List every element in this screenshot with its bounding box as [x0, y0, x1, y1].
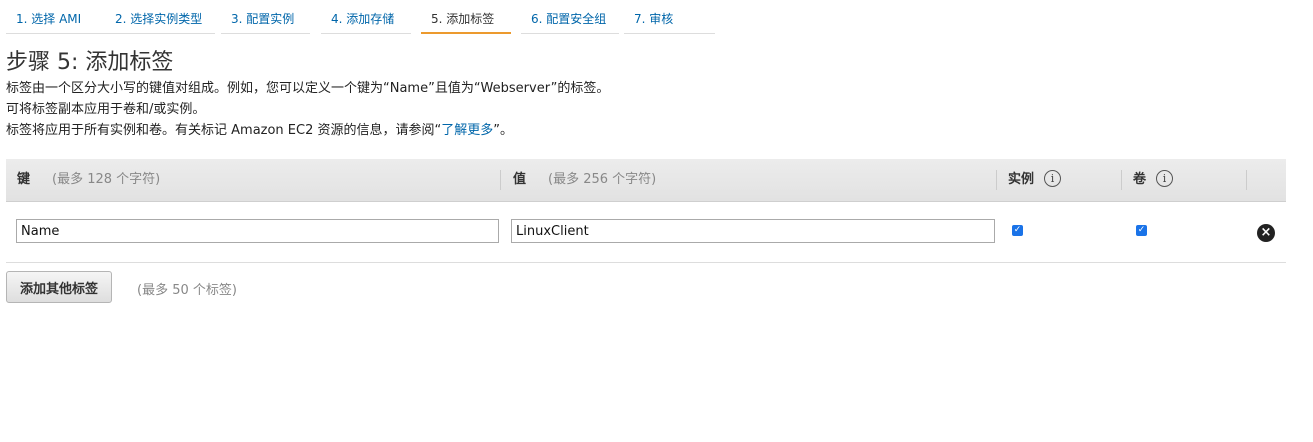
column-divider	[500, 170, 501, 190]
column-key-hint: (最多 128 个字符)	[52, 172, 161, 187]
instances-checkbox[interactable]: ✓	[1012, 225, 1023, 236]
add-tag-hint: (最多 50 个标签)	[137, 283, 237, 298]
column-divider	[1246, 170, 1247, 190]
column-value-label: 值	[513, 172, 527, 187]
column-volumes-label: 卷	[1133, 172, 1147, 187]
table-row: ✓ ✓ ×	[6, 202, 1286, 263]
column-value: 值 (最多 256 个字符)	[513, 159, 656, 201]
description-line-3: 标签将应用于所有实例和卷。有关标记 Amazon EC2 资源的信息，请参阅“了…	[6, 119, 513, 138]
column-instances: 实例 i	[1008, 159, 1062, 201]
step-configure-security-group[interactable]: 6. 配置安全组	[521, 0, 619, 34]
info-icon[interactable]: i	[1044, 170, 1062, 187]
step-choose-instance-type[interactable]: 2. 选择实例类型	[105, 0, 215, 34]
description-line-3-suffix: ”。	[493, 123, 513, 138]
step-configure-instance[interactable]: 3. 配置实例	[221, 0, 310, 34]
learn-more-link[interactable]: 了解更多	[441, 123, 493, 138]
description-line-2: 可将标签副本应用于卷和/或实例。	[6, 102, 206, 117]
column-volumes: 卷i	[1133, 159, 1174, 201]
step-choose-ami[interactable]: 1. 选择 AMI	[6, 0, 105, 34]
column-instances-label: 实例	[1008, 172, 1035, 187]
step-add-storage[interactable]: 4. 添加存储	[321, 0, 411, 34]
column-key-label: 键	[17, 172, 31, 187]
page-title: 步骤 5: 添加标签	[6, 50, 174, 75]
column-divider	[1121, 170, 1122, 190]
step-review[interactable]: 7. 审核	[624, 0, 715, 34]
step-add-tags[interactable]: 5. 添加标签	[421, 0, 511, 34]
column-divider	[996, 170, 997, 190]
column-key: 键 (最多 128 个字符)	[17, 159, 160, 201]
info-icon[interactable]: i	[1156, 170, 1174, 187]
wizard-steps: 1. 选择 AMI 2. 选择实例类型 3. 配置实例 4. 添加存储 5. 添…	[0, 0, 1313, 36]
volumes-checkbox[interactable]: ✓	[1136, 225, 1147, 236]
tags-table-header: 键 (最多 128 个字符) 值 (最多 256 个字符) 实例 i 卷i	[6, 159, 1286, 202]
description-line-3-prefix: 标签将应用于所有实例和卷。有关标记 Amazon EC2 资源的信息，请参阅“	[6, 123, 442, 138]
tag-key-input[interactable]	[16, 219, 499, 243]
description-line-1: 标签由一个区分大小写的键值对组成。例如，您可以定义一个键为“Name”且值为“W…	[6, 81, 610, 96]
remove-tag-icon[interactable]: ×	[1257, 224, 1275, 242]
column-value-hint: (最多 256 个字符)	[548, 172, 657, 187]
add-tag-button[interactable]: 添加其他标签	[6, 271, 112, 303]
tag-value-input[interactable]	[511, 219, 995, 243]
